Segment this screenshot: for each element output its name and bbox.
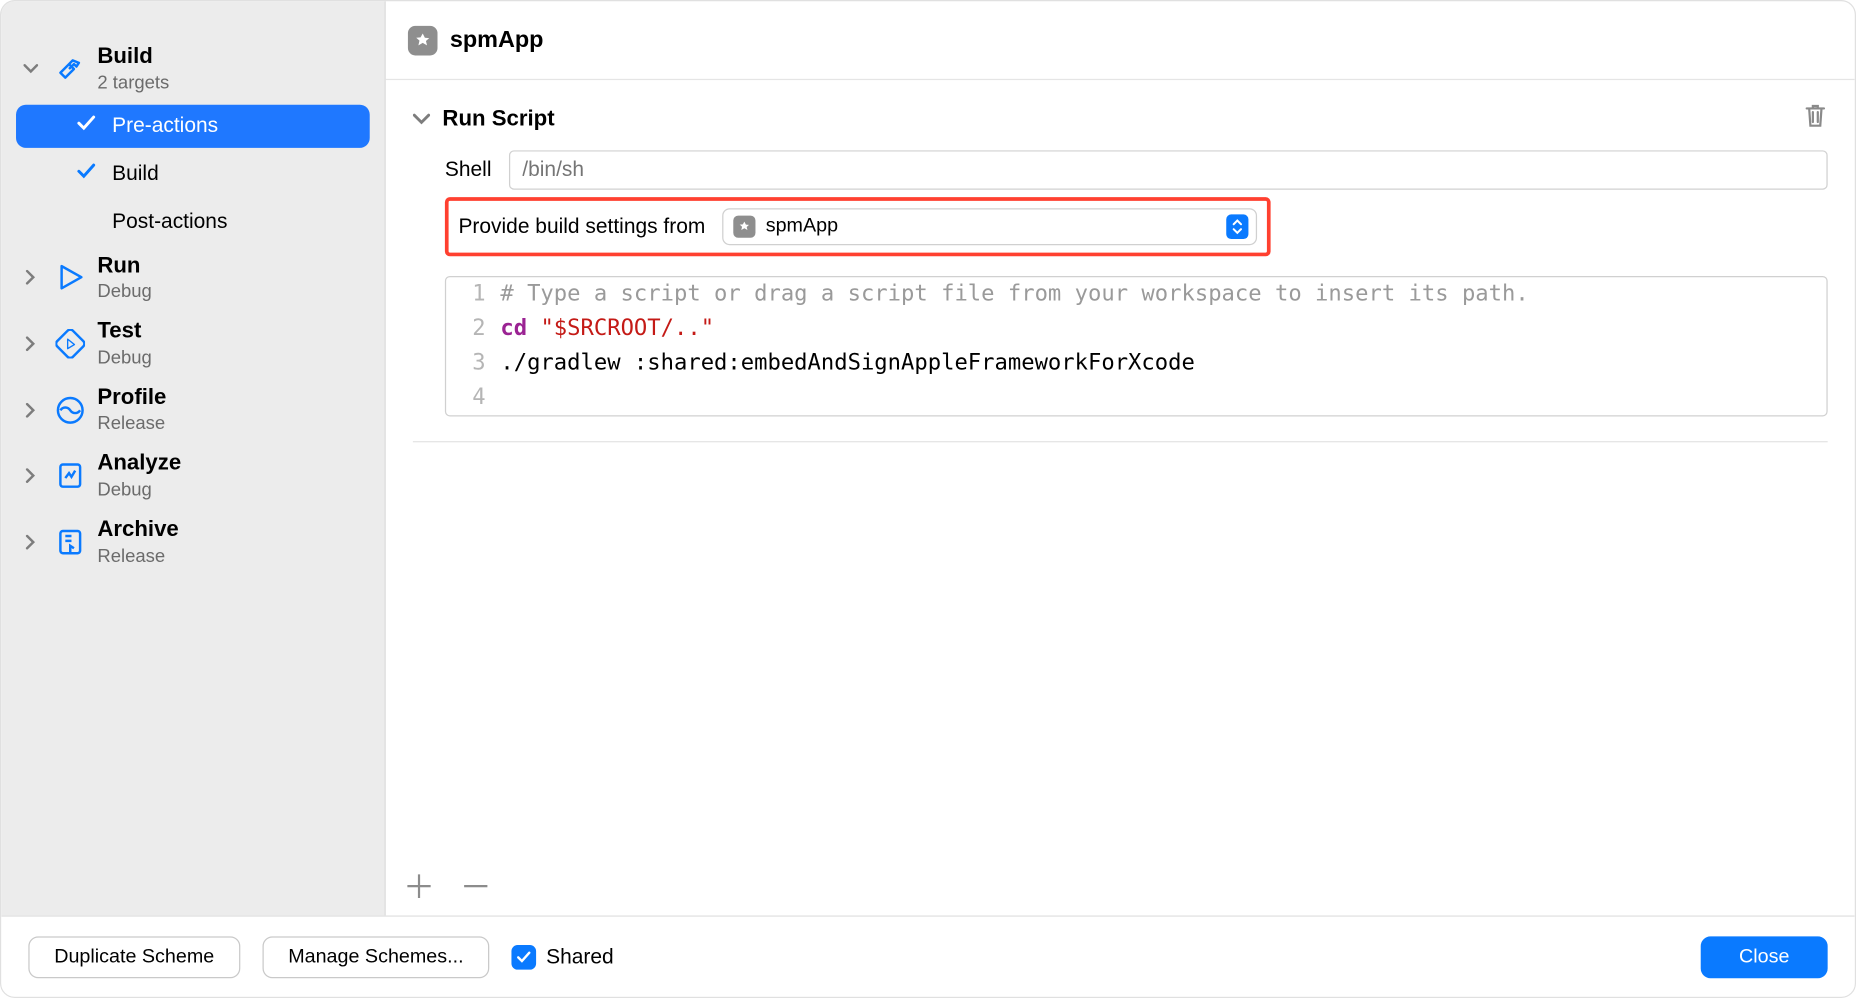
- shell-label: Shell: [445, 158, 492, 183]
- app-icon: [408, 25, 438, 55]
- scheme-title: spmApp: [450, 26, 544, 53]
- sidebar-item-profile[interactable]: Profile Release: [1, 377, 384, 443]
- checkmark-icon: [75, 113, 97, 139]
- divider: [413, 441, 1828, 442]
- chevron-right-icon: [23, 336, 43, 351]
- sidebar-child-build[interactable]: Build: [16, 152, 370, 195]
- shared-label: Shared: [546, 944, 614, 969]
- script-editor[interactable]: 1# Type a script or drag a script file f…: [445, 276, 1828, 416]
- build-settings-popup[interactable]: spmApp: [723, 208, 1257, 245]
- trash-icon[interactable]: [1803, 102, 1828, 135]
- code-str: /..": [661, 312, 714, 346]
- test-icon: [53, 326, 88, 360]
- code-kw: cd: [500, 312, 527, 346]
- chevron-right-icon: [23, 534, 43, 549]
- sidebar-build-subtitle: 2 targets: [97, 72, 169, 94]
- sidebar-analyze-subtitle: Debug: [97, 479, 181, 501]
- archive-icon: [53, 525, 88, 559]
- analyze-icon: [53, 459, 88, 493]
- section-title: Run Script: [442, 106, 554, 132]
- sidebar-child-label: Post-actions: [112, 209, 227, 234]
- sidebar-child-post-actions[interactable]: Post-actions: [16, 200, 370, 242]
- sidebar-test-title: Test: [97, 318, 151, 345]
- code-str: "$SRCROOT: [527, 312, 661, 346]
- manage-schemes-button[interactable]: Manage Schemes...: [262, 936, 489, 978]
- shell-input[interactable]: [509, 150, 1828, 189]
- checkmark-icon: [512, 944, 537, 969]
- remove-action-button[interactable]: －: [460, 871, 492, 903]
- build-settings-label: Provide build settings from: [458, 214, 705, 239]
- sidebar-archive-title: Archive: [97, 516, 178, 543]
- code-line-3: ./gradlew :shared:embedAndSignAppleFrame…: [500, 346, 1194, 380]
- shared-checkbox[interactable]: Shared: [512, 944, 614, 969]
- duplicate-scheme-button[interactable]: Duplicate Scheme: [28, 936, 240, 978]
- sidebar-profile-title: Profile: [97, 384, 166, 411]
- chevron-right-icon: [23, 270, 43, 285]
- sidebar-run-subtitle: Debug: [97, 281, 151, 303]
- app-icon: [734, 216, 756, 238]
- chevron-down-icon: [23, 61, 43, 76]
- sidebar-item-analyze[interactable]: Analyze Debug: [1, 443, 384, 509]
- sidebar-item-run[interactable]: Run Debug: [1, 245, 384, 311]
- sidebar-item-archive[interactable]: Archive Release: [1, 509, 384, 575]
- chevron-right-icon: [23, 402, 43, 417]
- scheme-sidebar: Build 2 targets Pre-actions Build Post-a…: [1, 1, 386, 915]
- sidebar-run-title: Run: [97, 252, 151, 279]
- sidebar-item-build[interactable]: Build 2 targets: [1, 36, 384, 102]
- sidebar-child-label: Build: [112, 162, 159, 187]
- sidebar-child-label: Pre-actions: [112, 113, 218, 138]
- play-icon: [53, 260, 88, 294]
- gauge-icon: [53, 393, 88, 427]
- build-settings-row: Provide build settings from spmApp: [445, 197, 1271, 256]
- sidebar-profile-subtitle: Release: [97, 413, 166, 435]
- sidebar-test-subtitle: Debug: [97, 347, 151, 369]
- code-line-1: # Type a script or drag a script file fr…: [500, 277, 1528, 311]
- sidebar-archive-subtitle: Release: [97, 545, 178, 567]
- title-bar: spmApp: [386, 1, 1855, 80]
- add-action-button[interactable]: ＋: [403, 871, 435, 903]
- close-button[interactable]: Close: [1701, 936, 1828, 978]
- hammer-icon: [53, 51, 88, 85]
- sidebar-analyze-title: Analyze: [97, 450, 181, 477]
- sidebar-child-pre-actions[interactable]: Pre-actions: [16, 104, 370, 147]
- popup-arrows-icon: [1226, 214, 1248, 239]
- checkmark-icon: [75, 161, 97, 187]
- chevron-down-icon[interactable]: [413, 110, 430, 127]
- sidebar-item-test[interactable]: Test Debug: [1, 311, 384, 377]
- sidebar-build-title: Build: [97, 43, 169, 70]
- chevron-right-icon: [23, 468, 43, 483]
- build-settings-value: spmApp: [766, 216, 838, 238]
